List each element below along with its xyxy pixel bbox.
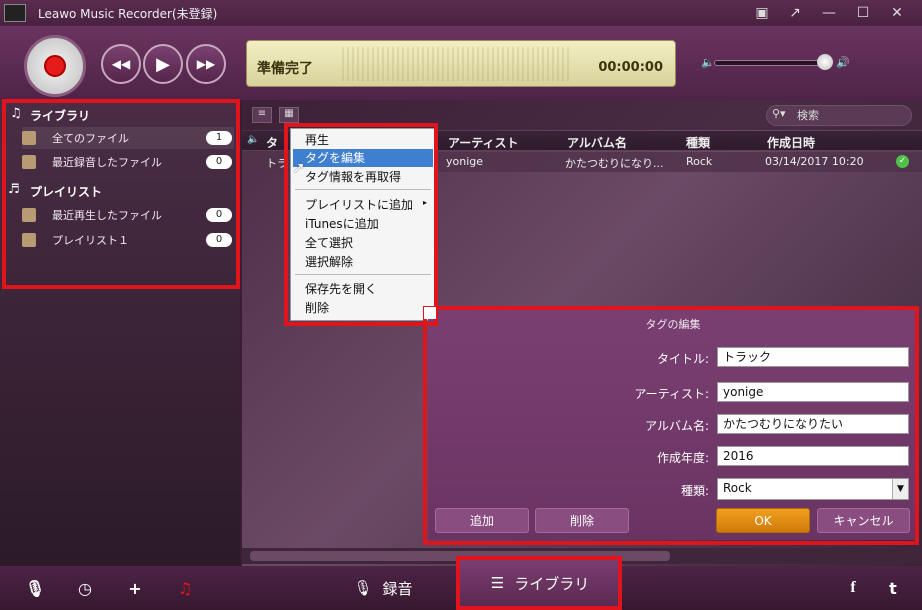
column-date[interactable]: 作成日時 [767, 134, 815, 151]
list-view-icon[interactable]: ≡ [252, 107, 272, 123]
itunes-icon[interactable]: ♫ [174, 577, 196, 599]
volume-knob[interactable] [817, 54, 833, 70]
cell-date: 03/14/2017 10:20 [765, 155, 864, 168]
facebook-icon[interactable]: f [842, 577, 864, 599]
forward-icon: ▶▶ [196, 57, 216, 71]
status-text: 準備完了 [257, 61, 313, 77]
add-icon[interactable]: + [124, 577, 146, 599]
volume-low-icon: 🔈 [701, 56, 715, 69]
waveform-display [342, 47, 572, 81]
record-button[interactable] [24, 35, 86, 97]
microphone-icon[interactable]: 🎙 [24, 577, 46, 599]
column-genre[interactable]: 種類 [686, 134, 710, 151]
volume-high-icon: 🔊 [836, 56, 850, 69]
column-title[interactable]: タ [266, 134, 278, 151]
app-logo-icon [4, 4, 26, 22]
tab-record-label: 録音 [382, 579, 413, 598]
highlight-context-menu [284, 123, 438, 326]
twitter-icon[interactable]: t [882, 577, 904, 599]
schedule-clock-icon[interactable]: ◷ [74, 577, 96, 599]
app-title: Leawo Music Recorder(未登録) [38, 7, 218, 21]
cover-view-icon[interactable]: ▦ [279, 107, 299, 123]
tab-record[interactable]: 🎙 録音 [318, 566, 448, 610]
highlight-sidebar [2, 99, 240, 289]
cell-genre: Rock [686, 155, 713, 168]
highlight-library-tab [456, 556, 622, 610]
highlight-tag-dialog [423, 306, 919, 545]
skin-button[interactable]: ▣ [745, 0, 779, 26]
play-icon: ▶ [156, 53, 170, 75]
rewind-icon: ◀◀ [111, 57, 131, 71]
forward-button[interactable]: ▶▶ [186, 44, 226, 84]
rewind-button[interactable]: ◀◀ [101, 44, 141, 84]
close-button[interactable]: ✕ [880, 0, 914, 26]
cell-album: かたつむりになり... [565, 157, 664, 170]
status-display: 準備完了 00:00:00 [246, 40, 676, 87]
cell-artist: yonige [446, 155, 484, 168]
column-album[interactable]: アルバム名 [567, 134, 627, 151]
record-icon [44, 55, 66, 77]
highlight-corner-marker [424, 307, 436, 319]
column-artist[interactable]: アーティスト [448, 134, 519, 151]
play-button[interactable]: ▶ [143, 44, 183, 84]
share-button[interactable]: ↗ [778, 0, 812, 26]
search-input[interactable]: 検索 [766, 105, 912, 126]
speaker-icon: 🔈 [247, 134, 260, 145]
minimize-button[interactable]: — [812, 0, 846, 26]
maximize-button[interactable]: ☐ [846, 0, 880, 26]
volume-slider[interactable] [714, 60, 830, 66]
time-display: 00:00:00 [598, 60, 663, 75]
search-icon: ⚲▾ [772, 107, 786, 120]
checkmark-icon: ✓ [896, 155, 909, 168]
microphone-icon: 🎙 [353, 579, 373, 597]
